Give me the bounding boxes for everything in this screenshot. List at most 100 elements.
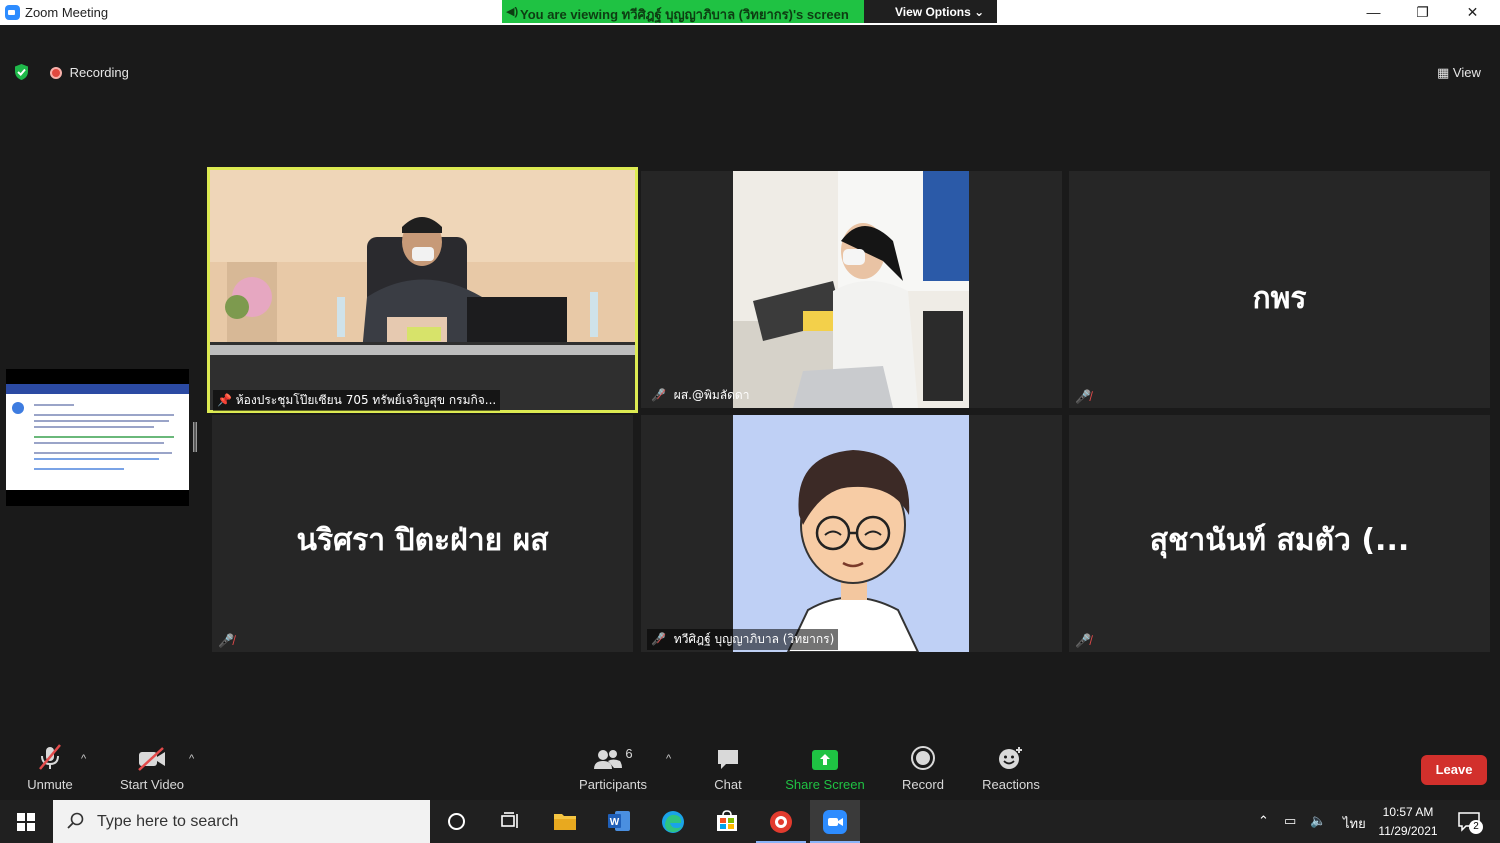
unmute-label: Unmute — [27, 777, 73, 792]
chevron-down-icon: ⌄ — [974, 5, 985, 19]
video-tile-narisara[interactable]: นริศรา ปิตะฝ่าย ผส 🎤̸ — [212, 415, 633, 652]
show-hidden-icons-button[interactable]: ⌃ — [1258, 813, 1269, 829]
participant-name: ห้องประชุมโป๊ยเซียน 705 ทรัพย์เจริญสุข ก… — [235, 393, 497, 407]
shared-screen-thumbnail[interactable] — [6, 369, 189, 506]
taskbar-store[interactable] — [702, 800, 752, 843]
app-icon — [770, 811, 792, 833]
pimlada-video-feed — [733, 171, 969, 408]
shield-check-icon[interactable] — [13, 63, 30, 81]
action-center-button[interactable]: 2 — [1454, 800, 1494, 843]
participant-display-name: นริศรา ปิตะฝ่าย ผส — [296, 523, 549, 558]
participants-options-chevron-icon[interactable]: ^ — [666, 753, 671, 765]
cortana-button[interactable] — [430, 800, 483, 843]
record-label: Record — [902, 777, 944, 792]
participant-label: 🎤̸ ผส.@พิมลัดดา — [647, 385, 753, 406]
close-button[interactable]: ✕ — [1450, 2, 1495, 22]
chat-button[interactable]: Chat — [703, 743, 753, 792]
audio-options-chevron-icon[interactable]: ^ — [81, 753, 86, 765]
share-screen-button[interactable]: Share Screen — [782, 743, 868, 792]
reactions-icon — [999, 747, 1022, 769]
microphone-muted-icon: 🎤̸ — [1075, 633, 1092, 648]
taskbar-edge[interactable] — [648, 800, 698, 843]
video-tile-pimlada[interactable]: 🎤̸ ผส.@พิมลัดดา — [641, 171, 1062, 408]
window-titlebar: Zoom Meeting ◀) You are viewing ทวีศิฎฐ์… — [0, 0, 1500, 25]
volume-icon[interactable]: 🔈 — [1310, 813, 1326, 829]
task-view-button[interactable] — [483, 800, 536, 843]
zoom-icon — [823, 810, 847, 834]
view-button[interactable]: ▦ View — [1437, 65, 1481, 81]
microphone-muted-icon: 🎤̸ — [651, 632, 666, 646]
meeting-stage: Recording ▦ View 📌 ห้องประชุมโป๊ยเซียน 7… — [0, 25, 1500, 743]
recording-label: Recording — [69, 65, 129, 80]
leave-button[interactable]: Leave — [1421, 755, 1487, 785]
record-button[interactable]: Record — [898, 743, 948, 792]
taskbar-app-red[interactable] — [756, 800, 806, 843]
restore-button[interactable]: ❐ — [1400, 2, 1445, 22]
task-view-icon — [501, 812, 518, 828]
view-options-button[interactable]: View Options ⌄ — [864, 0, 997, 23]
video-off-icon — [138, 747, 165, 771]
word-icon: W — [608, 811, 630, 831]
participants-label: Participants — [579, 777, 647, 792]
taskbar-clock[interactable]: 10:57 AM 11/29/2021 — [1370, 803, 1446, 841]
video-tile-room705[interactable]: 📌 ห้องประชุมโป๊ยเซียน 705 ทรัพย์เจริญสุข… — [207, 167, 638, 413]
video-tile-taweesit[interactable]: 🎤̸ ทวีศิฎฐ์ บุญญาภิบาล (วิทยากร) — [641, 415, 1062, 652]
start-video-button[interactable]: Start Video — [115, 743, 189, 792]
window-title: Zoom Meeting — [25, 5, 109, 20]
room-video-feed — [207, 167, 638, 413]
meeting-toolbar: Unmute ^ Start Video ^ 6 Participants ^ — [0, 743, 1500, 800]
clock-time: 10:57 AM — [1382, 805, 1434, 819]
chat-label: Chat — [714, 777, 742, 792]
record-icon — [911, 746, 935, 770]
participant-name: ทวีศิฎฐ์ บุญญาภิบาล (วิทยากร) — [673, 632, 835, 646]
unmute-button[interactable]: Unmute — [20, 743, 80, 792]
screen-share-banner: ◀) You are viewing ทวีศิฎฐ์ บุญญาภิบาล (… — [502, 0, 864, 23]
start-video-label: Start Video — [119, 777, 185, 792]
battery-icon[interactable]: ▭ — [1284, 813, 1296, 829]
video-options-chevron-icon[interactable]: ^ — [189, 753, 194, 765]
store-icon — [717, 810, 737, 831]
clock-date: 11/29/2021 — [1378, 824, 1438, 838]
taskbar-word[interactable]: W — [594, 800, 644, 843]
search-placeholder: Type here to search — [97, 813, 239, 830]
speaker-icon: ◀) — [506, 6, 519, 18]
input-language[interactable]: ไทย — [1343, 813, 1366, 834]
participant-display-name: กพร — [1252, 281, 1307, 316]
chat-icon — [718, 750, 738, 769]
microphone-muted-icon: 🎤̸ — [651, 388, 666, 402]
edge-browser-icon — [662, 811, 684, 833]
microphone-muted-icon: 🎤̸ — [218, 633, 235, 648]
cortana-circle-icon — [448, 813, 465, 830]
search-icon — [67, 812, 84, 829]
file-explorer-icon — [554, 814, 576, 830]
share-screen-icon — [812, 750, 838, 770]
record-dot-icon — [50, 67, 62, 79]
video-tile-suchanan[interactable]: สุชานันท์ สมตัว (... 🎤̸ — [1069, 415, 1490, 652]
participant-display-name: สุชานันท์ สมตัว (... — [1149, 523, 1410, 558]
microphone-muted-icon — [39, 744, 61, 770]
participant-label: 📌 ห้องประชุมโป๊ยเซียน 705 ทรัพย์เจริญสุข… — [213, 390, 501, 411]
participant-count: 6 — [625, 746, 633, 761]
minimize-button[interactable]: — — [1351, 2, 1396, 22]
notification-count-badge: 2 — [1469, 820, 1483, 834]
recording-indicator[interactable]: Recording — [50, 65, 129, 80]
zoom-app-icon — [5, 5, 20, 20]
participants-icon — [594, 750, 623, 769]
view-options-label: View Options — [895, 5, 971, 19]
microphone-muted-icon: 🎤̸ — [1075, 389, 1092, 404]
windows-taskbar: Type here to search W ⌃ ▭ 🔈 ไทย 10:57 AM… — [0, 800, 1500, 843]
avatar — [733, 415, 969, 652]
taskbar-zoom[interactable] — [810, 800, 860, 843]
taskbar-file-explorer[interactable] — [540, 800, 590, 843]
reactions-button[interactable]: Reactions — [980, 743, 1042, 792]
shared-slide-preview — [6, 384, 189, 490]
drag-handle-icon[interactable] — [193, 422, 197, 452]
reactions-label: Reactions — [982, 777, 1040, 792]
pin-icon: 📌 — [217, 393, 236, 407]
video-tile-kpr[interactable]: กพร 🎤̸ — [1069, 171, 1490, 408]
start-button[interactable] — [0, 800, 53, 843]
participant-label: 🎤̸ ทวีศิฎฐ์ บุญญาภิบาล (วิทยากร) — [647, 629, 839, 650]
windows-logo-icon — [17, 813, 35, 831]
participants-button[interactable]: 6 Participants — [575, 743, 651, 792]
taskbar-search-box[interactable]: Type here to search — [53, 800, 430, 843]
